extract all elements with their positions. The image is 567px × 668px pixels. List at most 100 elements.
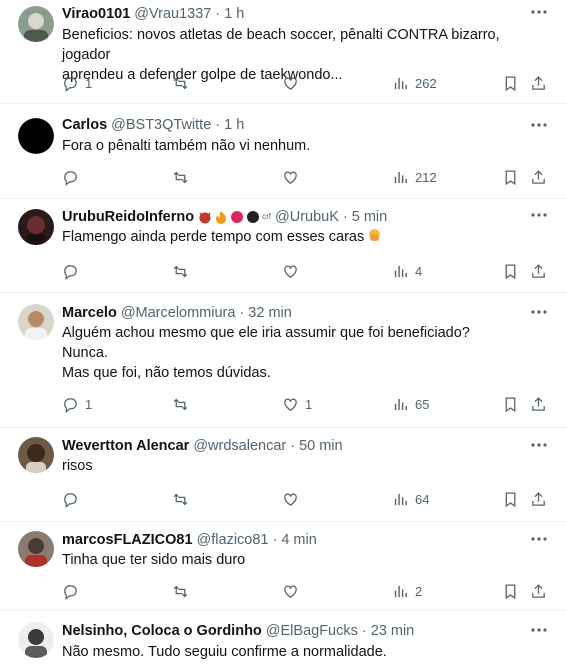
bookmark-button[interactable]: [502, 489, 519, 509]
more-icon[interactable]: [529, 305, 549, 319]
views-button[interactable]: 262: [392, 73, 437, 93]
like-icon: [284, 493, 297, 506]
bookmark-button[interactable]: [502, 581, 519, 601]
author-handle[interactable]: @flazico81: [197, 531, 269, 549]
avatar[interactable]: [18, 6, 54, 42]
views-button[interactable]: 64: [392, 489, 429, 509]
name-suffix: crf: [262, 212, 271, 221]
like-button[interactable]: [282, 167, 305, 187]
share-icon: [532, 396, 545, 411]
author-handle[interactable]: @Marcelommiura: [121, 304, 236, 322]
avatar[interactable]: [18, 531, 54, 567]
author-handle[interactable]: @ElBagFucks: [266, 622, 358, 640]
tweet[interactable]: UrubuReidoInferno crf @UrubuK · 5 min Fl…: [0, 199, 567, 293]
retweet-button[interactable]: [172, 581, 195, 601]
tweet-text: Não mesmo. Tudo seguiu confirme a normal…: [62, 642, 547, 662]
retweet-icon: [173, 265, 188, 277]
retweet-button[interactable]: [172, 489, 195, 509]
timestamp[interactable]: 1 h: [224, 5, 244, 23]
retweet-button[interactable]: [172, 73, 195, 93]
retweet-button[interactable]: [172, 394, 195, 414]
like-button[interactable]: [282, 581, 305, 601]
avatar[interactable]: [18, 118, 54, 154]
like-button[interactable]: [282, 261, 305, 281]
like-button[interactable]: 1: [282, 394, 312, 414]
bookmark-button[interactable]: [502, 167, 519, 187]
like-button[interactable]: [282, 489, 305, 509]
bookmark-icon: [505, 583, 516, 599]
more-icon[interactable]: [529, 532, 549, 546]
like-button[interactable]: [282, 73, 305, 93]
like-count: 1: [305, 396, 313, 412]
tweet-text-line: Mas que foi, não temos dúvidas.: [62, 365, 271, 381]
views-button[interactable]: 65: [392, 394, 429, 414]
more-icon[interactable]: [529, 438, 549, 452]
share-button[interactable]: [530, 261, 547, 281]
views-button[interactable]: 4: [392, 261, 422, 281]
author-name[interactable]: UrubuReidoInferno: [62, 208, 194, 226]
view-count: 2: [415, 583, 423, 599]
reply-button[interactable]: [62, 261, 85, 281]
avatar[interactable]: [18, 209, 54, 245]
timestamp[interactable]: 1 h: [224, 116, 244, 134]
tweet[interactable]: marcosFLAZICO81 @flazico81 · 4 min Tinha…: [0, 522, 567, 611]
more-icon[interactable]: [529, 5, 549, 19]
name-emojis: crf: [198, 208, 271, 226]
reply-button[interactable]: [62, 489, 85, 509]
timestamp[interactable]: 50 min: [299, 437, 343, 455]
bookmark-button[interactable]: [502, 73, 519, 93]
timestamp[interactable]: 5 min: [352, 208, 387, 226]
tweet[interactable]: Virao0101 @Vrau1337 · 1 h Beneficios: no…: [0, 0, 567, 104]
more-icon[interactable]: [529, 623, 549, 637]
retweet-button[interactable]: [172, 167, 195, 187]
tweet[interactable]: Wevertton Alencar @wrdsalencar · 50 min …: [0, 428, 567, 522]
views-button[interactable]: 2: [392, 581, 422, 601]
timestamp[interactable]: 32 min: [248, 304, 292, 322]
bookmark-button[interactable]: [502, 394, 519, 414]
reply-button[interactable]: [62, 581, 85, 601]
tweet[interactable]: Marcelo @Marcelommiura · 32 min Alguém a…: [0, 293, 567, 428]
retweet-icon: [173, 77, 188, 89]
views-button[interactable]: 212: [392, 167, 437, 187]
reply-icon: [64, 264, 77, 280]
author-name[interactable]: Marcelo: [62, 304, 117, 322]
view-count: 262: [415, 75, 437, 91]
tweet-actions: 212: [62, 167, 551, 187]
tweet[interactable]: Nelsinho, Coloca o Gordinho @ElBagFucks …: [0, 611, 567, 668]
tweet-text-line: Nunca.: [62, 345, 108, 361]
author-name[interactable]: marcosFLAZICO81: [62, 531, 193, 549]
tweet[interactable]: Carlos @BST3QTwitte · 1 h Fora o pênalti…: [0, 104, 567, 199]
author-name[interactable]: Carlos: [62, 116, 107, 134]
share-icon: [532, 263, 545, 278]
share-button[interactable]: [530, 394, 547, 414]
share-button[interactable]: [530, 73, 547, 93]
timestamp[interactable]: 23 min: [371, 622, 415, 640]
reply-count: 1: [85, 396, 93, 412]
separator: ·: [290, 438, 296, 454]
share-button[interactable]: [530, 581, 547, 601]
reply-button[interactable]: [62, 167, 85, 187]
like-icon: [284, 585, 297, 598]
share-button[interactable]: [530, 489, 547, 509]
author-name[interactable]: Nelsinho, Coloca o Gordinho: [62, 622, 262, 640]
share-button[interactable]: [530, 167, 547, 187]
like-icon: [284, 398, 297, 411]
avatar[interactable]: [18, 622, 54, 658]
reply-button[interactable]: 1: [62, 73, 92, 93]
author-handle[interactable]: @Vrau1337: [134, 5, 211, 23]
author-handle[interactable]: @wrdsalencar: [193, 437, 286, 455]
bookmark-button[interactable]: [502, 261, 519, 281]
author-handle[interactable]: @UrubuK: [275, 208, 339, 226]
more-icon[interactable]: [529, 208, 549, 222]
author-handle[interactable]: @BST3QTwitte: [111, 116, 211, 134]
author-name[interactable]: Wevertton Alencar: [62, 437, 189, 455]
retweet-button[interactable]: [172, 261, 195, 281]
view-count: 4: [415, 263, 423, 279]
reply-button[interactable]: 1: [62, 394, 92, 414]
author-name[interactable]: Virao0101: [62, 5, 130, 23]
avatar[interactable]: [18, 304, 54, 340]
timestamp[interactable]: 4 min: [281, 531, 316, 549]
avatar[interactable]: [18, 437, 54, 473]
more-icon[interactable]: [529, 118, 549, 132]
view-count: 64: [415, 491, 430, 507]
